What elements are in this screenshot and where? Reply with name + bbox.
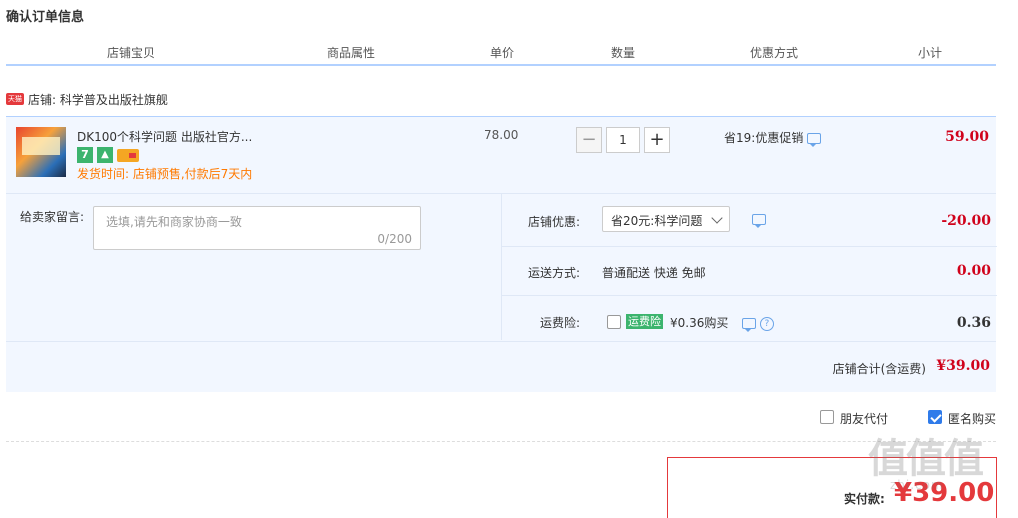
order-item-row: DK100个科学问题 出版社官方... 7 ▲ 发货时间: 店铺预售,付款后7天… [6,117,996,194]
insurance-value: 0.36 [956,315,991,331]
column-header-attributes: 商品属性 [326,46,375,60]
shop-options-panel: 店铺优惠: 省20元:科学问题 -20.00 运送方式: 普通配送 快递 免邮 … [501,194,997,340]
column-header-row: 店铺宝贝 商品属性 单价 数量 优惠方式 小计 [6,42,996,66]
chat-icon[interactable] [807,133,822,147]
chat-icon[interactable] [752,214,766,228]
chat-icon[interactable] [742,318,756,332]
promotion-text: 省19:优惠促销 [724,131,804,145]
column-header-quantity: 数量 [610,46,635,60]
delivery-fee: 0.00 [956,263,991,279]
anonymous-purchase-label[interactable]: 匿名购买 [948,410,996,427]
insurance-price: ¥0.36购买 [670,316,729,330]
tmall-icon: 天猫 [6,93,24,105]
column-header-item: 店铺宝贝 [106,46,155,60]
insurance-tag: 运费险 [626,314,663,329]
site-watermark: 值值值 zhi.com [868,426,1008,510]
shop-discount-row: 店铺优惠: 省20元:科学问题 -20.00 [502,194,997,247]
unit-price: 78.00 [484,128,519,142]
quantity-input[interactable]: 1 [606,127,640,153]
column-header-subtotal: 小计 [917,46,942,60]
message-char-counter: 0/200 [377,232,412,246]
column-header-price: 单价 [489,46,514,60]
friend-pay-checkbox[interactable] [820,410,834,424]
product-name-link[interactable]: DK100个科学问题 出版社官方... [77,128,252,145]
shop-discount-label: 店铺优惠: [527,215,580,229]
order-extras-panel: 给卖家留言: 选填,请先和商家协商一致 0/200 店铺优惠: 省20元:科学问… [6,194,997,393]
shop-name-link[interactable]: 店铺: 科学普及出版社旗舰 [28,91,168,108]
column-header-discount: 优惠方式 [749,46,798,60]
watermark-site: zhi.com [890,478,944,492]
insurance-checkbox[interactable] [607,315,621,329]
delivery-row: 运送方式: 普通配送 快递 免邮 0.00 [502,247,997,296]
message-label: 给卖家留言: [20,210,85,224]
item-subtotal: 59.00 [945,129,989,145]
shipping-insurance-row: 运费险: 运费险 ¥0.36购买 ? 0.36 [502,296,997,340]
chevron-down-icon [711,212,723,224]
quantity-plus-button[interactable]: + [644,127,670,153]
seller-message-input[interactable]: 选填,请先和商家协商一致 0/200 [93,206,421,250]
shop-total-label: 店铺合计(含运费) [832,362,926,376]
credit-card-icon[interactable] [117,149,139,162]
promotion-info: 省19:优惠促销 [724,129,822,147]
shop-header: 天猫 店铺: 科学普及出版社旗舰 [6,90,996,117]
message-placeholder: 选填,请先和商家协商一致 [106,215,242,229]
seven-day-return-icon[interactable]: 7 [77,147,93,163]
friend-pay-label[interactable]: 朋友代付 [840,410,888,427]
shop-discount-select[interactable]: 省20元:科学问题 [602,206,730,232]
quantity-stepper: − 1 + [576,127,672,153]
help-icon[interactable]: ? [759,316,774,331]
page-title: 确认订单信息 [6,10,85,25]
shop-total-value: ¥39.00 [936,358,990,374]
anonymous-purchase-checkbox[interactable] [928,410,942,424]
delivery-method: 普通配送 快递 免邮 [602,266,706,280]
insurance-label: 运费险: [539,316,580,330]
shop-discount-value: -20.00 [941,213,991,229]
payment-options: 朋友代付 匿名购买 [6,393,996,442]
delivery-label: 运送方式: [527,266,580,280]
ship-time-note: 发货时间: 店铺预售,付款后7天内 [77,167,253,181]
shop-total-row: 店铺合计(含运费) ¥39.00 [6,341,996,393]
product-thumbnail[interactable] [16,127,66,177]
watermark-logo: 值值值 [868,436,984,482]
guarantee-icon[interactable]: ▲ [97,147,113,163]
quantity-minus-button[interactable]: − [576,127,602,153]
shop-discount-selected: 省20元:科学问题 [611,214,703,228]
